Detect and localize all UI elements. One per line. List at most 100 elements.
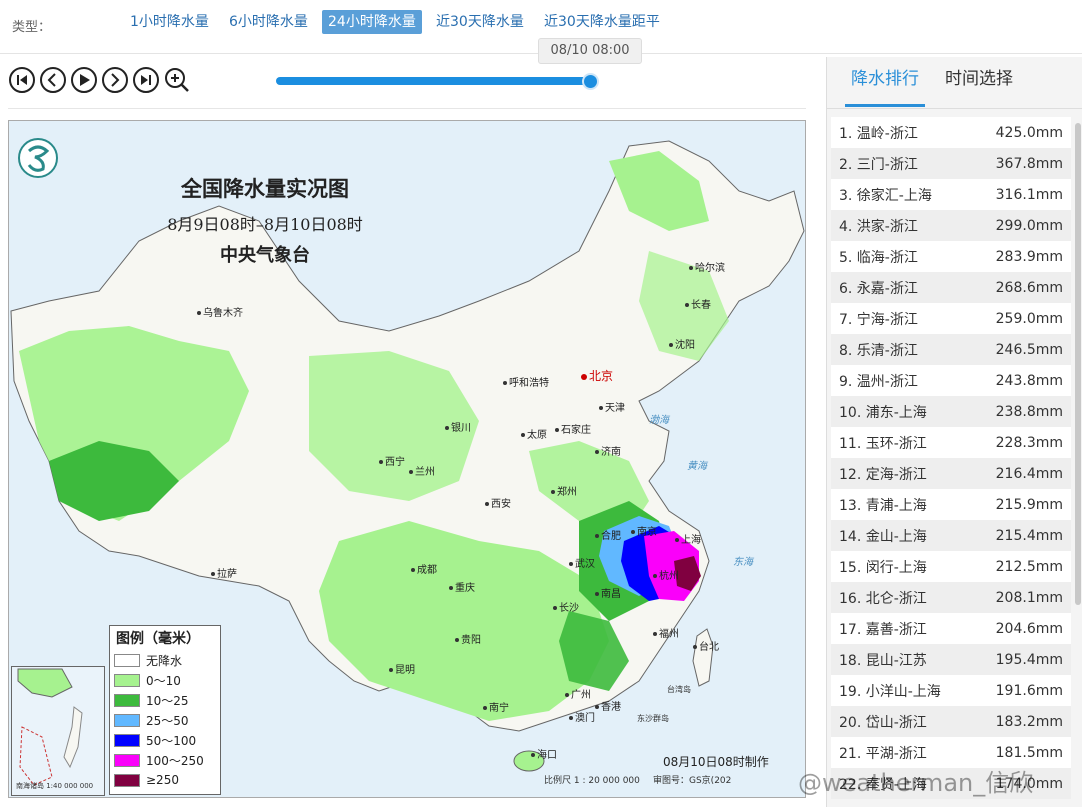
tab-6h[interactable]: 6小时降水量: [223, 10, 314, 34]
city-label: 沈阳: [669, 336, 695, 351]
station-name: 10. 浦东-上海: [839, 404, 927, 421]
list-item[interactable]: 6. 永嘉-浙江 268.6mm: [831, 272, 1071, 303]
panel-tabs: 降水排行 时间选择: [827, 57, 1082, 109]
first-frame-button[interactable]: [9, 67, 35, 93]
city-label: 哈尔滨: [689, 259, 725, 274]
list-item[interactable]: 11. 玉环-浙江 228.3mm: [831, 427, 1071, 458]
timeline-slider[interactable]: [276, 77, 598, 85]
precip-value: 215.9mm: [995, 496, 1063, 513]
precip-value: 283.9mm: [995, 248, 1063, 265]
list-item[interactable]: 10. 浦东-上海 238.8mm: [831, 396, 1071, 427]
tab-30d[interactable]: 近30天降水量: [430, 10, 530, 34]
tab-1h[interactable]: 1小时降水量: [124, 10, 215, 34]
city-label: 太原: [521, 426, 547, 441]
sea-label: 渤海: [649, 415, 669, 426]
next-button[interactable]: [102, 67, 128, 93]
city-label: 成都: [411, 561, 437, 576]
legend-label: ≥250: [146, 773, 179, 787]
list-item[interactable]: 16. 北仑-浙江 208.1mm: [831, 582, 1071, 613]
legend-swatch: [114, 733, 140, 747]
list-item[interactable]: 12. 定海-浙江 216.4mm: [831, 458, 1071, 489]
list-item[interactable]: 18. 昆山-江苏 195.4mm: [831, 644, 1071, 675]
legend-title: 图例（毫米）: [116, 631, 200, 647]
watermark: @weatherman_信欣: [798, 769, 1034, 797]
list-item[interactable]: 5. 临海-浙江 283.9mm: [831, 241, 1071, 272]
zoom-button[interactable]: [164, 67, 190, 93]
precip-value: 191.6mm: [995, 682, 1063, 699]
legend-swatch: [114, 693, 140, 707]
station-name: 2. 三门-浙江: [839, 156, 918, 173]
city-label: 香港: [595, 698, 621, 713]
inset-label: 南海诸岛 1:40 000 000: [16, 782, 94, 790]
list-item[interactable]: 1. 温岭-浙江 425.0mm: [831, 117, 1071, 148]
list-item[interactable]: 4. 洪家-浙江 299.0mm: [831, 210, 1071, 241]
island-label: 东沙群岛: [637, 714, 669, 723]
list-item[interactable]: 17. 嘉善-浙江 204.6mm: [831, 613, 1071, 644]
legend-label: 0～10: [146, 673, 181, 688]
skip-start-icon: [17, 75, 27, 85]
map-scale: 比例尺 1 : 20 000 000: [544, 776, 640, 786]
legend-item: 0～10: [110, 670, 220, 690]
legend-item: ≥250: [110, 770, 220, 790]
list-item[interactable]: 3. 徐家汇-上海 316.1mm: [831, 179, 1071, 210]
legend-label: 无降水: [146, 653, 183, 668]
city-label: 海口: [531, 746, 557, 761]
list-item[interactable]: 15. 闵行-上海 212.5mm: [831, 551, 1071, 582]
city-label: 合肥: [595, 527, 621, 542]
city-label: 长春: [685, 296, 711, 311]
city-label: 呼和浩特: [503, 374, 549, 389]
list-item[interactable]: 13. 青浦-上海 215.9mm: [831, 489, 1071, 520]
sea-label: 黄海: [687, 461, 707, 472]
legend-swatch: [114, 753, 140, 767]
list-item[interactable]: 20. 岱山-浙江 183.2mm: [831, 706, 1071, 737]
precip-value: 316.1mm: [995, 186, 1063, 203]
list-item[interactable]: 14. 金山-上海 215.4mm: [831, 520, 1071, 551]
station-name: 9. 温州-浙江: [839, 373, 918, 390]
last-frame-button[interactable]: [133, 67, 159, 93]
sea-label: 东海: [733, 557, 753, 568]
precip-value: 183.2mm: [995, 713, 1063, 730]
map-organization: 中央气象台: [220, 245, 310, 266]
list-item[interactable]: 7. 宁海-浙江 259.0mm: [831, 303, 1071, 334]
ranking-panel: 降水排行 时间选择 1. 温岭-浙江 425.0mm 2. 三门-浙江 367.8m…: [826, 57, 1082, 807]
list-item[interactable]: 2. 三门-浙江 367.8mm: [831, 148, 1071, 179]
legend-swatch: [114, 773, 140, 787]
prev-button[interactable]: [40, 67, 66, 93]
map-title: 全国降水量实况图: [181, 176, 349, 201]
precip-value: 243.8mm: [995, 372, 1063, 389]
city-label: 石家庄: [555, 421, 591, 436]
station-name: 3. 徐家汇-上海: [839, 187, 932, 204]
chevron-left-icon: [47, 73, 56, 87]
legend-swatch: [114, 673, 140, 687]
timeline-thumb[interactable]: [582, 73, 599, 90]
chevron-right-icon: [111, 73, 120, 87]
zoom-in-icon: [165, 68, 189, 92]
city-label: 广州: [565, 686, 591, 701]
legend-label: 10～25: [146, 693, 189, 708]
precip-value: 216.4mm: [995, 465, 1063, 482]
play-button[interactable]: [71, 67, 97, 93]
city-label: 澳门: [569, 709, 595, 724]
city-label: 银川: [445, 419, 471, 434]
list-item[interactable]: 8. 乐清-浙江 246.5mm: [831, 334, 1071, 365]
tab-30d-anomaly[interactable]: 近30天降水量距平: [538, 10, 666, 34]
list-item[interactable]: 9. 温州-浙江 243.8mm: [831, 365, 1071, 396]
precip-value: 208.1mm: [995, 589, 1063, 606]
precip-value: 238.8mm: [995, 403, 1063, 420]
inset-map-shape: [17, 668, 83, 786]
ranking-scrollbar[interactable]: [1075, 123, 1081, 605]
capital-label: 北京: [581, 367, 613, 384]
legend-label: 25～50: [146, 713, 189, 728]
tab-time-select[interactable]: 时间选择: [939, 67, 1019, 107]
precip-value: 259.0mm: [995, 310, 1063, 327]
city-label: 兰州: [409, 463, 435, 478]
station-name: 11. 玉环-浙江: [839, 435, 927, 452]
station-name: 19. 小洋山-上海: [839, 683, 941, 700]
type-label: 类型：: [12, 20, 52, 35]
legend-label: 50～100: [146, 733, 197, 748]
tab-24h[interactable]: 24小时降水量: [322, 10, 422, 34]
legend-swatch: [114, 713, 140, 727]
list-item[interactable]: 19. 小洋山-上海 191.6mm: [831, 675, 1071, 706]
divider: [8, 108, 806, 109]
tab-precip-ranking[interactable]: 降水排行: [845, 67, 925, 107]
